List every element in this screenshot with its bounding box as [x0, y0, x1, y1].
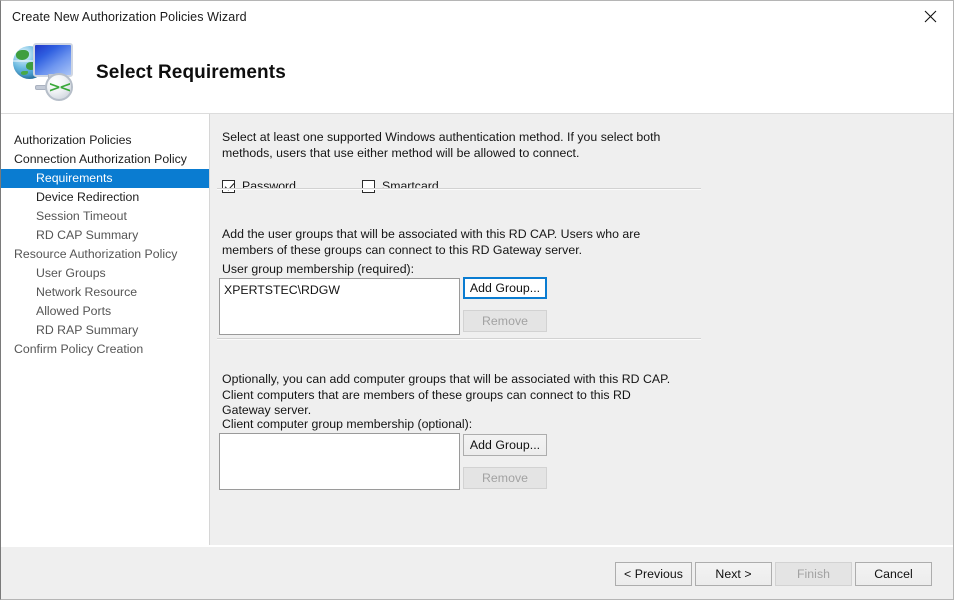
finish-button: Finish [775, 562, 852, 586]
sidebar-item-resource-authorization-policy[interactable]: Resource Authorization Policy [1, 245, 209, 264]
next-button[interactable]: Next > [695, 562, 772, 586]
sidebar-item-confirm-policy-creation[interactable]: Confirm Policy Creation [1, 340, 209, 359]
page-title: Select Requirements [96, 62, 286, 83]
smartcard-checkbox-row[interactable]: Smartcard [362, 179, 439, 193]
smartcard-checkbox[interactable] [362, 179, 375, 193]
sidebar-item-connection-authorization-policy[interactable]: Connection Authorization Policy [1, 150, 209, 169]
wizard-content-panel: Select at least one supported Windows au… [210, 114, 953, 545]
authentication-description: Select at least one supported Windows au… [222, 130, 661, 160]
rdp-badge-glyph: >< [48, 77, 71, 96]
sidebar-item-rd-rap-summary[interactable]: RD RAP Summary [1, 321, 209, 340]
computer-group-add-group-button[interactable]: Add Group... [463, 434, 547, 456]
user-group-remove-button: Remove [463, 310, 547, 332]
password-checkbox-label: Password [242, 179, 296, 193]
smartcard-checkbox-label: Smartcard [382, 179, 439, 193]
sidebar-item-network-resource[interactable]: Network Resource [1, 283, 209, 302]
cancel-button[interactable]: Cancel [855, 562, 932, 586]
divider-top [217, 188, 701, 190]
computer-group-remove-button: Remove [463, 467, 547, 489]
sidebar-item-user-groups[interactable]: User Groups [1, 264, 209, 283]
password-checkbox[interactable] [222, 179, 235, 193]
previous-button[interactable]: < Previous [615, 562, 692, 586]
user-group-description: Add the user groups that will be associa… [222, 227, 641, 257]
sidebar-item-device-redirection[interactable]: Device Redirection [1, 188, 209, 207]
computer-group-description: Optionally, you can add computer groups … [222, 372, 671, 417]
sidebar-item-rd-cap-summary[interactable]: RD CAP Summary [1, 226, 209, 245]
footer-sidebar-strip [1, 582, 210, 599]
title-bar: Create New Authorization Policies Wizard [1, 1, 953, 33]
close-icon[interactable] [907, 1, 953, 32]
divider-bottom [217, 338, 701, 340]
user-group-listbox[interactable]: XPERTSTEC\RDGW [219, 278, 460, 335]
user-group-membership-label: User group membership (required): [222, 262, 415, 276]
monitor-icon [33, 43, 73, 84]
wizard-window: Create New Authorization Policies Wizard… [0, 0, 954, 600]
rdp-badge-icon: >< [45, 73, 73, 101]
sidebar-item-authorization-policies[interactable]: Authorization Policies [1, 131, 209, 150]
rd-gateway-wizard-icon: >< [11, 40, 83, 106]
sidebar-item-requirements[interactable]: Requirements [1, 169, 209, 188]
sidebar-item-allowed-ports[interactable]: Allowed Ports [1, 302, 209, 321]
wizard-steps-sidebar: Authorization Policies Connection Author… [1, 114, 210, 545]
wizard-footer: < Previous Next > Finish Cancel [1, 545, 953, 599]
password-checkbox-row[interactable]: Password [222, 179, 296, 193]
wizard-body: Authorization Policies Connection Author… [1, 114, 953, 545]
list-item[interactable]: XPERTSTEC\RDGW [224, 282, 455, 298]
wizard-header: >< Select Requirements [1, 33, 953, 114]
computer-group-membership-label: Client computer group membership (option… [222, 417, 473, 431]
sidebar-item-session-timeout[interactable]: Session Timeout [1, 207, 209, 226]
computer-group-listbox[interactable] [219, 433, 460, 490]
window-title: Create New Authorization Policies Wizard [12, 10, 247, 24]
user-group-add-group-button[interactable]: Add Group... [463, 277, 547, 299]
